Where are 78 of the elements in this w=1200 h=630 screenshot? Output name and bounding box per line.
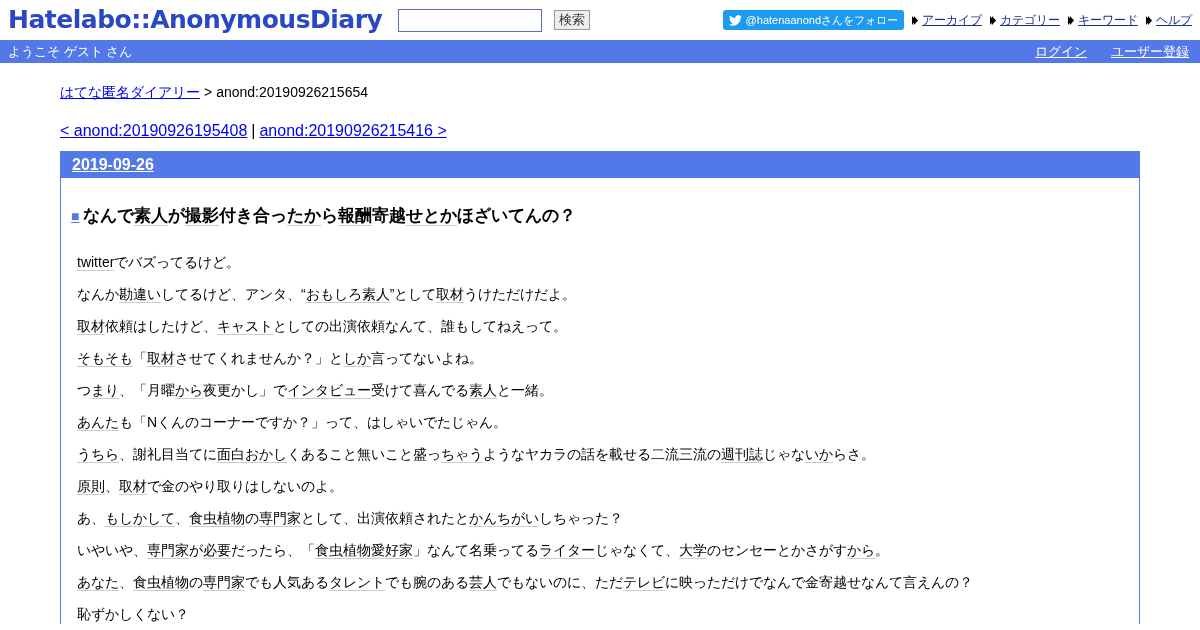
keyword-link[interactable]: うちら — [77, 445, 119, 463]
nav-link[interactable]: ヘルプ — [1156, 11, 1192, 29]
keyword-link[interactable]: 食虫植物 — [133, 573, 189, 591]
next-link[interactable]: anond:20190926215416 > — [259, 119, 447, 143]
keyword-link[interactable]: 食虫植物 — [189, 509, 245, 527]
keyword-link[interactable]: かんちがい — [469, 509, 539, 527]
chevron-icon — [990, 15, 996, 25]
paragraph: なんか勘違い してるけど、アンタ、“おもしろ素人”として取材うけただけだよ。 — [77, 284, 578, 304]
keyword-link[interactable]: 取材 — [436, 285, 465, 303]
keyword-link[interactable]: たか — [287, 206, 322, 226]
keyword-link[interactable]: ちゃう — [441, 445, 483, 463]
chevron-icon — [912, 15, 918, 25]
keyword-link[interactable]: 取材 — [77, 317, 105, 335]
search-field[interactable] — [398, 8, 543, 32]
nav-link[interactable]: アーカイブ — [922, 11, 982, 29]
keyword-link[interactable]: 原則 — [77, 477, 105, 495]
keyword-link[interactable]: 素人 — [469, 381, 497, 399]
entry-title: なんで素人が撮影付き合ったから報酬寄越せとかほざいてんの？ — [83, 205, 577, 228]
permalink-icon[interactable]: ■ — [71, 206, 80, 227]
paragraph: あなた、食虫植物の専門家でも人気ある タレント でも腕のある芸人でもないのに、ただテレビに映っただけでなんで金寄越せなんて言えんの？ — [77, 572, 974, 592]
keyword-link[interactable]: 専門家 — [259, 509, 301, 527]
breadcrumb-link[interactable]: はてな匿名ダイアリー — [60, 82, 200, 103]
keyword-link[interactable]: キャスト — [217, 317, 273, 335]
keyword-link[interactable]: インタビュー — [287, 381, 371, 399]
account-link[interactable]: ログイン — [1035, 41, 1087, 62]
keyword-link[interactable]: まり — [91, 381, 119, 399]
paragraph: そもそも「取材させてくれませんか？」と しか言ってないよね。 — [77, 348, 484, 368]
paragraph: いやいや、専門家が必要だったら、「食虫植物愛好家」なんて名乗ってる ライター じゃなくて、大学のセンセーとかさがすから。 — [77, 540, 890, 560]
keyword-link[interactable]: ライター — [539, 541, 595, 559]
paragraph: うちら、謝礼目当てに面白おかし くあること無いこと盛っ ちゃう ようなヤカラの話を載せる二流三流の週刊誌じゃないからさ。 — [77, 444, 876, 464]
keyword-link[interactable]: しか — [343, 349, 371, 367]
paragraph: twitterでバズってるけど。 — [77, 252, 242, 272]
keyword-link[interactable]: 大学 — [679, 541, 707, 559]
keyword-link[interactable]: 面白おかし — [217, 445, 287, 463]
welcome-text: ようこそ ゲスト さん — [8, 42, 133, 61]
paragraph: あ、もしかして、食虫植物の専門家 として、出演依頼されたとかんちがい しちゃった？ — [77, 508, 624, 528]
keyword-link[interactable]: 取材 — [119, 477, 147, 495]
nav-link[interactable]: キーワード — [1078, 11, 1138, 29]
keyword-link[interactable]: 勘違い — [119, 285, 161, 303]
keyword-link[interactable]: 専門家 — [147, 541, 189, 559]
keyword-link[interactable]: そもそも — [77, 349, 133, 367]
keyword-link[interactable]: あんた — [77, 413, 119, 431]
paragraph: 恥ずかしくない？ — [77, 604, 190, 624]
keyword-link[interactable]: あなた — [77, 573, 119, 591]
keyword-link[interactable]: いか — [805, 445, 833, 463]
chevron-icon — [1146, 15, 1152, 25]
keyword-link[interactable]: 専門家 — [203, 573, 245, 591]
keyword-link[interactable]: 必要 — [203, 541, 231, 559]
keyword-link[interactable]: 食虫植物愛好家 — [315, 541, 413, 559]
breadcrumb-separator: > — [204, 83, 213, 102]
keyword-link[interactable]: おもしろ素人 — [305, 285, 390, 303]
paragraph: 原則、取材で金のやり取りはしないのよ。 — [77, 476, 344, 496]
paragraph: 取材依頼はしたけど、キャスト としての出演依頼なんて、誰もしてねえって。 — [77, 316, 568, 336]
keyword-link[interactable]: から — [175, 381, 203, 399]
keyword-link[interactable]: 取材 — [147, 349, 175, 367]
keyword-link[interactable]: テレビ — [623, 573, 665, 591]
keyword-link[interactable]: から — [847, 541, 875, 559]
keyword-link[interactable]: twitter — [77, 253, 115, 271]
keyword-link[interactable]: 芸人 — [469, 573, 497, 591]
site-logo[interactable]: Hatelabo::AnonymousDiary — [8, 1, 383, 39]
keyword-link[interactable]: せとか — [406, 206, 458, 226]
nav-link[interactable]: カテゴリー — [1000, 11, 1060, 29]
bird-icon — [728, 14, 742, 26]
keyword-link[interactable]: 素人 — [134, 206, 169, 226]
keyword-link[interactable]: 撮影 — [185, 206, 220, 226]
paragraph: つ まり、「月曜から夜更かし」でインタビュー受けて喜んでる素人 と一緒。 — [77, 380, 554, 400]
search-button[interactable]: 検索 — [554, 10, 591, 30]
previous-link[interactable]: < anond:20190926195408 — [60, 119, 248, 143]
breadcrumb-current: anond:20190926215654 — [216, 83, 368, 102]
keyword-link[interactable]: もしかして — [105, 509, 175, 527]
keyword-link[interactable]: タレント — [329, 573, 385, 591]
pager-separator: | — [251, 121, 256, 141]
chevron-icon — [1068, 15, 1074, 25]
date-link[interactable]: 2019-09-26 — [72, 153, 154, 177]
account-link[interactable]: ユーザー登録 — [1111, 41, 1189, 62]
keyword-link[interactable]: 報酬 — [338, 206, 373, 226]
keyword-link[interactable]: 週刊誌 — [721, 445, 763, 463]
paragraph: あんた も「Nくんのコーナーですか？」って、はしゃいでたじゃん。 — [77, 412, 509, 432]
